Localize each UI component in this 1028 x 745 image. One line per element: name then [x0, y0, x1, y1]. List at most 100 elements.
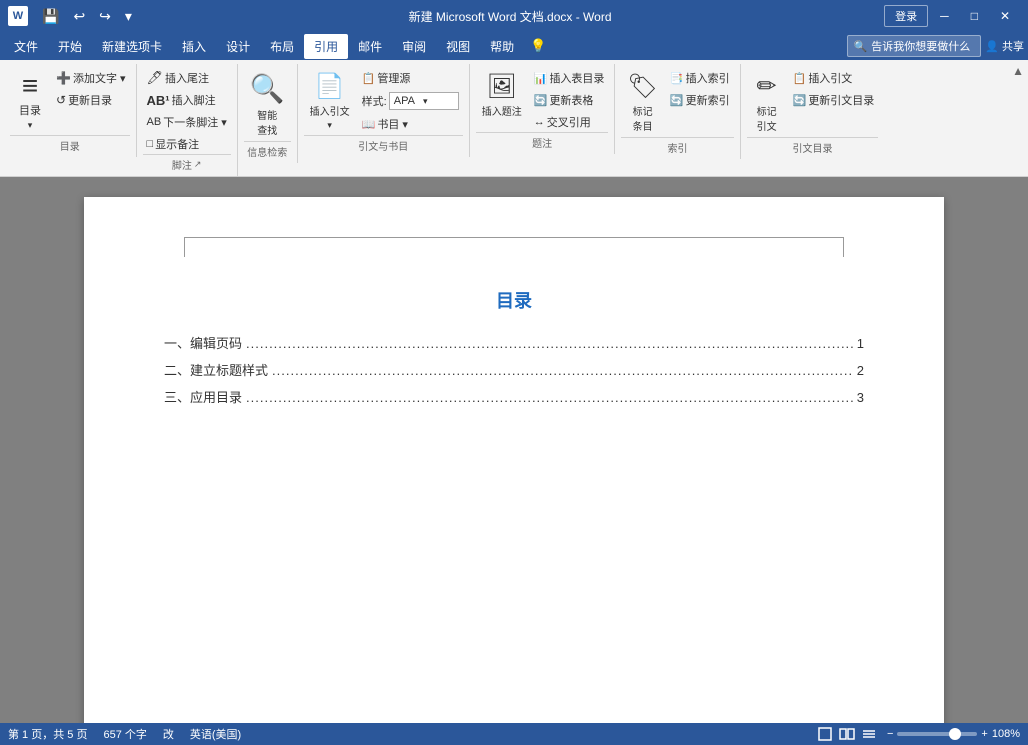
toc-item-2-label: 二、建立标题样式 — [164, 360, 268, 379]
toc-group-label: 目录 — [10, 135, 130, 153]
mark-citation-label: 标记引文 — [757, 103, 777, 133]
update-index-button[interactable]: 🔄 更新索引 — [666, 90, 734, 110]
mark-citation-button[interactable]: ✏ 标记引文 — [747, 68, 787, 137]
next-footnote-icon: AB — [147, 116, 162, 128]
insert-caption-button[interactable]: 🖼 插入题注 — [476, 68, 528, 122]
update-toc-icon: ↺ — [56, 93, 66, 107]
style-dropdown-arrow: ▾ — [423, 96, 428, 107]
word-icon: W — [8, 6, 28, 26]
window-title: 新建 Microsoft Word 文档.docx - Word — [136, 8, 884, 25]
ribbon-group-footnote: 🖊 插入尾注 AB¹ 插入脚注 AB 下一条脚注 ▾ □ 显示备注 脚注 — [137, 64, 238, 176]
zoom-slider[interactable] — [897, 732, 977, 736]
insert-table-list-icon: 📊 — [534, 72, 548, 85]
title-bar-left: W 💾 ↩ ↪ ▾ — [8, 6, 136, 27]
print-layout-btn[interactable] — [815, 726, 835, 742]
outline-view-btn[interactable] — [859, 726, 879, 742]
update-table-button[interactable]: 🔄 更新表格 — [530, 90, 609, 110]
manage-sources-button[interactable]: 📋 管理源 — [358, 68, 463, 88]
mark-citation-icon: ✏ — [757, 72, 777, 101]
menu-review[interactable]: 审阅 — [392, 34, 436, 59]
index-sub-buttons: 📑 插入索引 🔄 更新索引 — [666, 68, 734, 110]
toc-item-2: 二、建立标题样式 ...............................… — [164, 360, 864, 379]
customize-quick-btn[interactable]: ▾ — [121, 6, 136, 27]
language: 英语(美国) — [190, 726, 241, 742]
update-toc-button[interactable]: ↺ 更新目录 — [52, 90, 130, 110]
redo-quick-btn[interactable]: ↪ — [95, 6, 115, 27]
share-button[interactable]: 👤 共享 — [985, 38, 1024, 54]
word-count: 657 个字 — [103, 726, 146, 742]
toc-dropdown-arrow: ▾ — [28, 120, 33, 131]
toc-item-3-page: 3 — [857, 390, 864, 405]
mark-entry-button[interactable]: 🏷 标记条目 — [621, 68, 663, 137]
citation-dropdown: ▾ — [327, 120, 332, 131]
research-group-content: 🔍 智能查找 — [244, 64, 291, 141]
update-citations-table-button[interactable]: 🔄 更新引文目录 — [789, 90, 879, 110]
menu-insert[interactable]: 插入 — [172, 34, 216, 59]
ribbon-group-captions: 🖼 插入题注 📊 插入表目录 🔄 更新表格 ↔ 交叉引用 题注 — [470, 64, 616, 154]
ribbon: ≡ 目录 ▾ ➕ 添加文字 ▾ ↺ 更新目录 目录 — [0, 60, 1028, 177]
minimize-button[interactable]: ─ — [930, 0, 959, 32]
insert-index-button[interactable]: 📑 插入索引 — [666, 68, 734, 88]
document-area: 目录 一、编辑页码 ..............................… — [0, 177, 1028, 723]
bibliography-button[interactable]: 📖 书目 ▾ — [358, 114, 463, 134]
lightbulb-icon: 💡 — [530, 38, 546, 54]
menu-layout[interactable]: 布局 — [260, 34, 304, 59]
toc-button[interactable]: ≡ 目录 ▾ — [10, 68, 50, 135]
toc-item-3-label: 三、应用目录 — [164, 387, 242, 406]
zoom-bar: − + 108% — [887, 728, 1020, 740]
menu-mailings[interactable]: 邮件 — [348, 34, 392, 59]
zoom-level: 108% — [992, 728, 1020, 740]
page-info: 第 1 页，共 5 页 — [8, 726, 87, 742]
share-icon: 👤 — [985, 40, 999, 53]
menu-view[interactable]: 视图 — [436, 34, 480, 59]
footnote-expand-icon[interactable]: ↗ — [194, 159, 202, 170]
menu-right-area: 🔍 告诉我你想要做什么 👤 共享 — [847, 35, 1024, 57]
show-notes-button[interactable]: □ 显示备注 — [143, 134, 231, 154]
document-page[interactable]: 目录 一、编辑页码 ..............................… — [84, 197, 944, 723]
insert-citations-table-button[interactable]: 📋 插入引文 — [789, 68, 879, 88]
menu-references[interactable]: 引用 — [304, 34, 348, 59]
insert-citation-button[interactable]: 📄 插入引文 ▾ — [304, 68, 356, 135]
toc-item-1-dots: ........................................… — [246, 336, 853, 351]
next-footnote-button[interactable]: AB 下一条脚注 ▾ — [143, 112, 231, 132]
captions-group-content: 🖼 插入题注 📊 插入表目录 🔄 更新表格 ↔ 交叉引用 — [476, 64, 609, 132]
insert-citation-label: 插入引文 — [310, 103, 350, 118]
insert-footnote-large-button[interactable]: AB¹ 插入脚注 — [143, 90, 231, 110]
login-button[interactable]: 登录 — [884, 5, 928, 27]
zoom-plus-btn[interactable]: + — [981, 728, 987, 740]
toc-icon: ≡ — [22, 72, 38, 100]
cross-reference-button[interactable]: ↔ 交叉引用 — [530, 112, 609, 132]
close-button[interactable]: ✕ — [990, 0, 1020, 32]
style-select[interactable]: APA ▾ — [389, 92, 459, 110]
smart-lookup-icon: 🔍 — [250, 72, 285, 105]
menu-file[interactable]: 文件 — [4, 34, 48, 59]
smart-lookup-button[interactable]: 🔍 智能查找 — [244, 68, 291, 141]
page-bracket-top — [184, 237, 844, 257]
toc-item-2-dots: ........................................… — [272, 363, 853, 378]
menu-newtab[interactable]: 新建选项卡 — [92, 34, 172, 59]
zoom-minus-btn[interactable]: − — [887, 728, 893, 740]
manage-sources-icon: 📋 — [362, 72, 376, 85]
insert-endnote-button[interactable]: 🖊 插入尾注 — [143, 68, 231, 88]
footnote-group-content: 🖊 插入尾注 AB¹ 插入脚注 AB 下一条脚注 ▾ □ 显示备注 — [143, 64, 231, 154]
ribbon-collapse-button[interactable]: ▲ — [1012, 64, 1024, 78]
web-view-btn[interactable] — [837, 726, 857, 742]
title-bar: W 💾 ↩ ↪ ▾ 新建 Microsoft Word 文档.docx - Wo… — [0, 0, 1028, 32]
captions-sub-buttons: 📊 插入表目录 🔄 更新表格 ↔ 交叉引用 — [530, 68, 609, 132]
undo-quick-btn[interactable]: ↩ — [69, 6, 89, 27]
menu-design[interactable]: 设计 — [216, 34, 260, 59]
save-quick-btn[interactable]: 💾 — [38, 6, 63, 27]
menu-help[interactable]: 帮助 — [480, 34, 524, 59]
maximize-button[interactable]: □ — [961, 0, 988, 32]
mark-entry-label: 标记条目 — [633, 103, 653, 133]
menu-home[interactable]: 开始 — [48, 34, 92, 59]
footnote-group-label: 脚注 ↗ — [143, 154, 231, 172]
show-notes-icon: □ — [147, 138, 154, 150]
index-group-content: 🏷 标记条目 📑 插入索引 🔄 更新索引 — [621, 64, 733, 137]
status-bar: 第 1 页，共 5 页 657 个字 改 英语(美国) — [0, 723, 1028, 745]
menu-bar: 文件 开始 新建选项卡 插入 设计 布局 引用 邮件 审阅 视图 帮助 💡 🔍 … — [0, 32, 1028, 60]
insert-table-list-button[interactable]: 📊 插入表目录 — [530, 68, 609, 88]
style-dropdown[interactable]: 样式: APA ▾ — [358, 90, 463, 112]
add-text-button[interactable]: ➕ 添加文字 ▾ — [52, 68, 130, 88]
tell-me-search[interactable]: 🔍 告诉我你想要做什么 — [847, 35, 982, 57]
